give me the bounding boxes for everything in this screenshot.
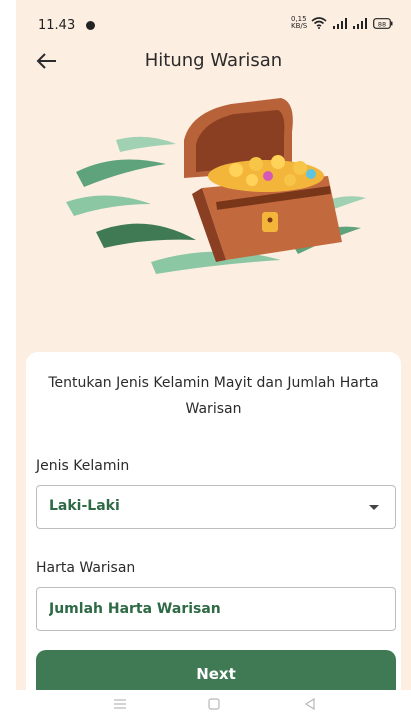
back-triangle-icon[interactable] [302,696,318,712]
card-heading: Tentukan Jenis Kelamin Mayit dan Jumlah … [48,375,379,417]
form-card: Tentukan Jenis Kelamin Mayit dan Jumlah … [26,352,401,690]
menu-icon[interactable] [112,696,128,712]
status-icons: 0,15 KB/S 88 [291,16,393,30]
status-time: 11.43 [38,18,76,33]
estate-label: Harta Warisan [36,560,136,576]
battery-icon: 88 [373,17,393,29]
notification-dot-icon [86,21,95,30]
system-nav-bar [0,690,411,718]
estate-amount-input[interactable] [36,587,396,631]
page-title: Hitung Warisan [144,50,283,71]
home-square-icon[interactable] [206,696,222,712]
signal-2-icon [353,17,367,29]
app-bar: Hitung Warisan [16,40,411,84]
signal-1-icon [333,17,347,29]
battery-level: 88 [378,20,386,28]
next-button[interactable]: Next [36,650,396,690]
app-window: 11.43 0,15 KB/S 88 Hitung Warisan Tentuk… [16,0,411,690]
caret-down-icon [369,505,379,510]
gender-selected-value: Laki-Laki [49,498,120,514]
phone-screen: 11.43 0,15 KB/S 88 Hitung Warisan Tentuk… [0,0,411,718]
status-bar: 11.43 0,15 KB/S 88 [16,0,411,40]
network-speed-unit: KB/S [291,22,308,30]
treasure-chest-illustration [66,98,366,274]
gender-label: Jenis Kelamin [36,458,130,474]
wifi-icon [311,17,327,29]
network-speed: 0,15 KB/S [291,16,308,30]
gender-dropdown[interactable]: Laki-Laki [36,485,396,529]
